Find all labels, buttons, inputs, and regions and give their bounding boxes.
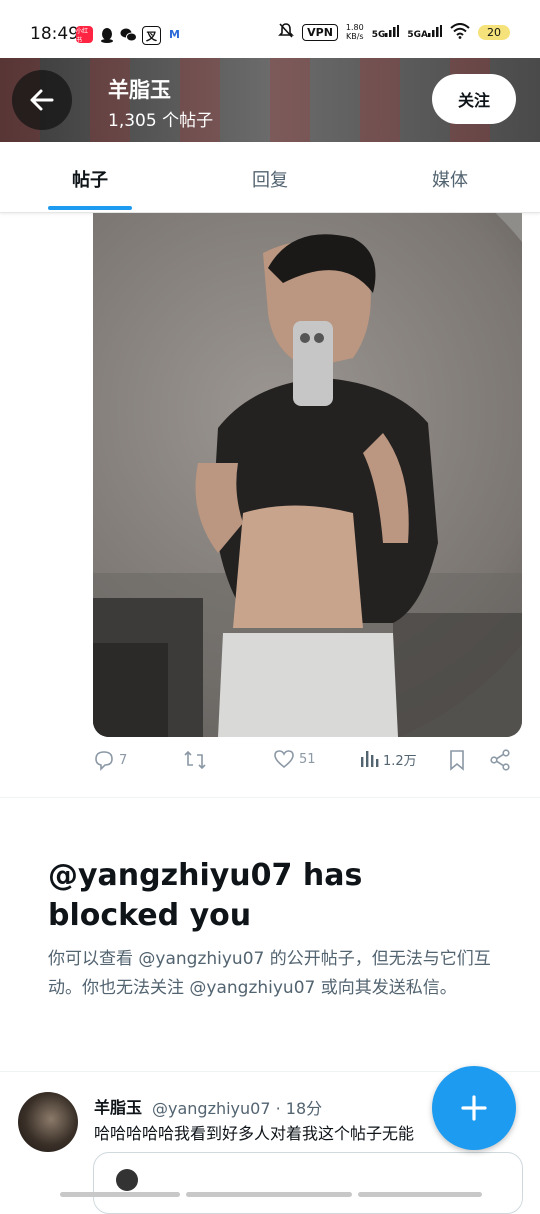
views-button[interactable]: 1.2万: [359, 749, 417, 769]
signal-5ga: 5GA: [407, 24, 442, 40]
qq-icon: [98, 26, 115, 43]
wechat-icon: [120, 26, 137, 43]
follow-button[interactable]: 关注: [432, 74, 516, 124]
mute-icon: [278, 22, 295, 42]
app-icon-4: 叉: [142, 26, 161, 45]
status-time: 18:49: [30, 24, 79, 44]
reply-button[interactable]: 7: [93, 749, 127, 771]
tab-replies[interactable]: 回复: [252, 166, 288, 192]
bookmark-button[interactable]: [448, 749, 466, 771]
post-count: 1,305 个帖子: [108, 111, 214, 131]
system-nav-bar: [0, 1188, 540, 1200]
nav-pill-2: [186, 1192, 352, 1197]
profile-tabs: 帖子 回复 媒体: [0, 142, 540, 213]
speed-value: 1.80: [345, 23, 364, 32]
wifi-icon: [450, 22, 470, 42]
mail-icon: M: [166, 26, 183, 43]
status-app-icons: 小红书 叉 M: [76, 26, 183, 45]
profile-name: 羊脂玉: [108, 78, 171, 102]
tweet-author-name[interactable]: 羊脂玉: [94, 1094, 142, 1118]
status-indicators: VPN 1.80 KB/s 5G 5GA 20: [278, 22, 510, 42]
active-tab-indicator: [48, 206, 132, 210]
heart-icon: [274, 750, 294, 769]
like-button[interactable]: 51: [273, 749, 316, 769]
retweet-button[interactable]: [183, 749, 211, 771]
quoted-tweet-card[interactable]: [93, 1152, 523, 1214]
reply-icon: [95, 751, 113, 771]
signal-5g: 5G: [371, 24, 400, 40]
views-icon: [361, 751, 379, 767]
avatar[interactable]: [18, 1092, 78, 1152]
share-icon: [490, 749, 510, 771]
like-count: 51: [299, 751, 316, 767]
share-button[interactable]: [489, 749, 511, 771]
nav-pill-3: [358, 1192, 482, 1197]
compose-button[interactable]: [432, 1066, 516, 1150]
reply-count: 7: [119, 752, 128, 768]
battery-indicator: 20: [478, 24, 510, 40]
nav-pill-1: [60, 1192, 180, 1197]
back-button[interactable]: [12, 70, 72, 130]
post-image[interactable]: [93, 213, 522, 737]
bookmark-icon: [450, 750, 464, 771]
blocked-title: @yangzhiyu07 has blocked you: [48, 858, 363, 933]
retweet-icon: [184, 750, 206, 770]
tab-media[interactable]: 媒体: [432, 166, 468, 192]
arrow-left-icon: [30, 89, 54, 111]
signal-5g-label: 5G: [371, 29, 386, 40]
network-speed: 1.80 KB/s: [346, 23, 364, 41]
post-divider: [0, 797, 540, 798]
tab-posts[interactable]: 帖子: [72, 166, 108, 192]
blocked-description: 你可以查看 @yangzhiyu07 的公开帖子，但无法与它们互动。你也无法关注…: [48, 949, 491, 998]
tweet-handle-time: @yangzhiyu07 · 18分: [152, 1099, 323, 1118]
tweet-text[interactable]: 哈哈哈哈哈我看到好多人对着我这个帖子无能: [94, 1120, 454, 1144]
vpn-badge: VPN: [302, 23, 338, 41]
plus-icon: [461, 1095, 487, 1121]
status-bar: 18:49 小红书 叉 M VPN 1.80 KB/s 5G 5GA 20: [0, 0, 540, 58]
profile-header: 羊脂玉 1,305 个帖子 关注: [0, 58, 540, 142]
xiaohongshu-icon: 小红书: [76, 26, 93, 44]
signal-5ga-label: 5GA: [407, 29, 428, 40]
speed-unit: KB/s: [346, 32, 364, 41]
view-count: 1.2万: [383, 753, 417, 769]
post-actions: 7 51 1.2万: [93, 749, 522, 781]
